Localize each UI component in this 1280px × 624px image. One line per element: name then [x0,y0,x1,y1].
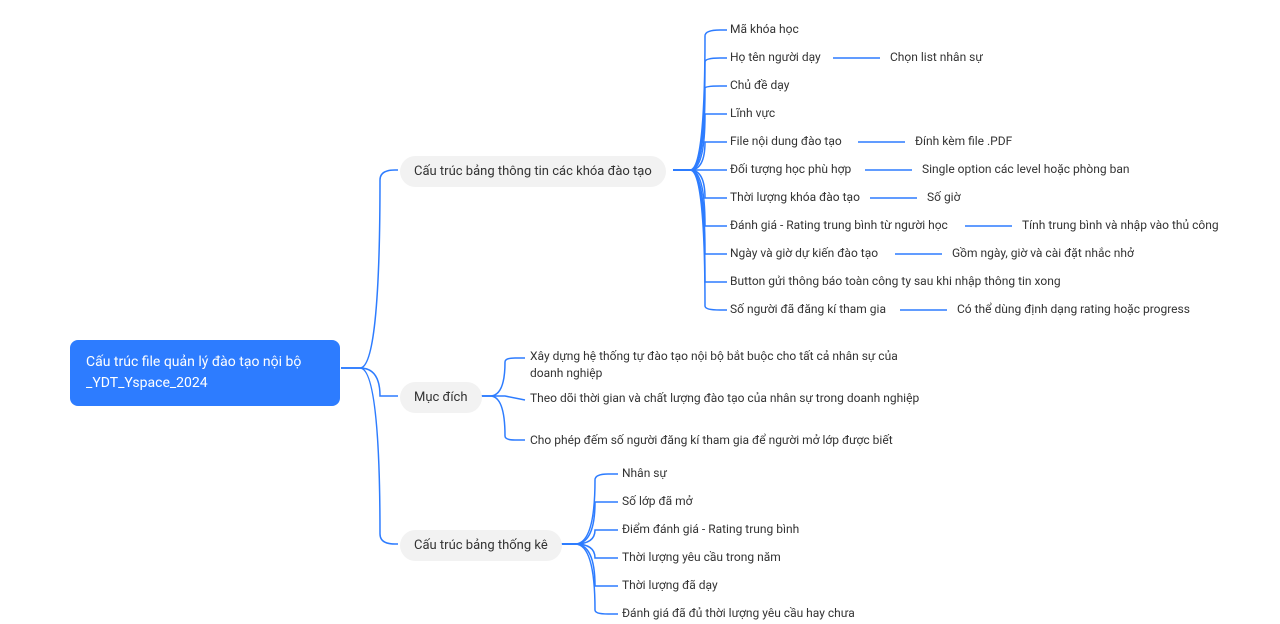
branch-course-structure-label: Cấu trúc bảng thông tin các khóa đào tạo [414,164,652,179]
leaf-content-file[interactable]: File nội dung đào tạo [730,134,842,148]
leaf-purpose-2[interactable]: Theo dõi thời gian và chất lượng đào tạo… [530,390,930,407]
leaf-registered-count[interactable]: Số người đã đăng kí tham gia [730,302,886,316]
leaf-stat-classes[interactable]: Số lớp đã mở [622,494,693,508]
leaf-rating-sub[interactable]: Tính trung bình và nhập vào thủ công [1022,218,1219,232]
root-node[interactable]: Cấu trúc file quản lý đào tạo nội bộ _YD… [70,340,340,406]
leaf-schedule[interactable]: Ngày và giờ dự kiến đào tạo [730,246,878,260]
leaf-topic[interactable]: Chủ đề dạy [730,78,789,92]
leaf-purpose-3[interactable]: Cho phép đếm số người đăng kí tham gia đ… [530,432,930,449]
branch-purpose[interactable]: Mục đích [400,382,482,413]
leaf-stat-meets-requirement[interactable]: Đánh giá đã đủ thời lượng yêu cầu hay ch… [622,606,855,620]
leaf-field[interactable]: Lĩnh vực [730,106,775,120]
leaf-rating[interactable]: Đánh giá - Rating trung bình từ người họ… [730,218,948,232]
leaf-course-code[interactable]: Mã khóa học [730,22,799,36]
leaf-stat-required-hours[interactable]: Thời lượng yêu cầu trong năm [622,550,781,564]
leaf-stat-taught-hours[interactable]: Thời lượng đã dạy [622,578,718,592]
leaf-duration[interactable]: Thời lượng khóa đào tạo [730,190,860,204]
branch-statistics-label: Cấu trúc bảng thống kê [414,538,548,553]
leaf-duration-sub[interactable]: Số giờ [927,190,960,204]
branch-purpose-label: Mục đích [414,390,468,405]
root-title-line2: _YDT_Yspace_2024 [86,373,324,394]
leaf-instructor-name[interactable]: Họ tên người dạy [730,50,821,64]
leaf-registered-count-sub[interactable]: Có thể dùng định dạng rating hoặc progre… [957,302,1190,316]
leaf-instructor-name-sub[interactable]: Chọn list nhân sự [890,50,983,64]
leaf-target-audience-sub[interactable]: Single option các level hoặc phòng ban [922,162,1129,176]
leaf-notify-button[interactable]: Button gửi thông báo toàn công ty sau kh… [730,274,1061,288]
root-title-line1: Cấu trúc file quản lý đào tạo nội bộ [86,352,324,373]
branch-course-structure[interactable]: Cấu trúc bảng thông tin các khóa đào tạo [400,156,666,187]
leaf-purpose-1[interactable]: Xây dựng hệ thống tự đào tạo nội bộ bắt … [530,348,930,382]
leaf-stat-rating[interactable]: Điểm đánh giá - Rating trung bình [622,522,799,536]
leaf-stat-personnel[interactable]: Nhân sự [622,466,667,480]
leaf-content-file-sub[interactable]: Đính kèm file .PDF [915,134,1012,148]
leaf-schedule-sub[interactable]: Gồm ngày, giờ và cài đặt nhắc nhở [952,246,1134,260]
branch-statistics[interactable]: Cấu trúc bảng thống kê [400,530,562,561]
leaf-target-audience[interactable]: Đối tượng học phù hợp [730,162,851,176]
